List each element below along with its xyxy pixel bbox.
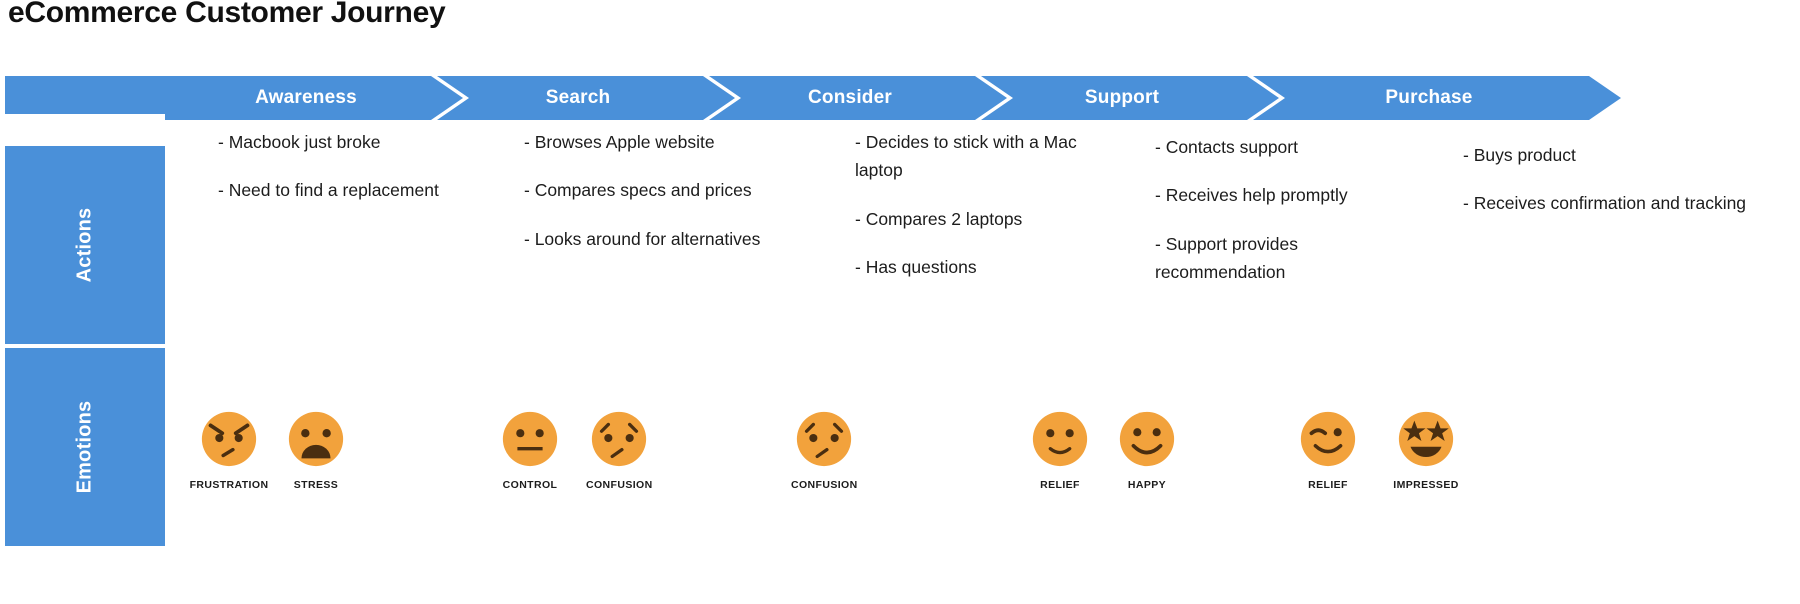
emotion-label: CONTROL	[502, 479, 558, 491]
emotion-control: CONTROL	[497, 408, 563, 491]
emotion-label: CONFUSION	[586, 479, 653, 491]
action-item: - Need to find a replacement	[218, 180, 439, 201]
action-item: - Support provides recommendation	[1155, 233, 1298, 283]
emotion-impressed: IMPRESSED	[1393, 408, 1459, 491]
action-item: - Browses Apple website	[524, 132, 715, 152]
action-item: - Looks around for alternatives	[524, 228, 761, 249]
actions-column-search: - Browses Apple website - Compares specs…	[524, 128, 814, 273]
stressed-face-icon	[288, 411, 344, 467]
stage-search-label: Search	[545, 87, 611, 108]
stage-search[interactable]: Search	[437, 76, 735, 120]
actions-column-awareness: - Macbook just broke - Need to find a re…	[218, 128, 458, 225]
emotion-label: RELIEF	[1040, 479, 1080, 491]
emotion-happy: HAPPY	[1116, 408, 1178, 491]
stage-awareness[interactable]: Awareness	[165, 76, 463, 120]
actions-column-purchase: - Buys product - Receives confirmation a…	[1463, 141, 1753, 238]
stage-consider-label: Consider	[808, 87, 892, 108]
emotion-frustration: FRUSTRATION	[189, 408, 269, 491]
winking-face-icon	[1300, 411, 1356, 467]
action-item: - Macbook just broke	[218, 132, 381, 152]
stage-purchase-label: Purchase	[1385, 87, 1473, 108]
sidebar-row-actions-label: Actions	[73, 207, 96, 283]
angry-face-icon	[201, 411, 257, 467]
stage-awareness-label: Awareness	[255, 87, 357, 108]
emotion-label: IMPRESSED	[1393, 479, 1459, 491]
emotion-label: RELIEF	[1308, 479, 1348, 491]
stage-bar: Awareness Search Consider Support Purcha…	[0, 76, 1800, 120]
neutral-face-icon	[502, 411, 558, 467]
stage-purchase[interactable]: Purchase	[1253, 76, 1621, 120]
happy-face-icon	[1119, 411, 1175, 467]
actions-column-consider: - Decides to stick with a Mac laptop - C…	[855, 128, 1105, 301]
action-item: - Compares specs and prices	[524, 180, 752, 201]
action-item: - Contacts support	[1155, 137, 1298, 157]
emotion-label: FRUSTRATION	[189, 479, 269, 491]
star-struck-face-icon	[1398, 411, 1454, 467]
action-item: - Decides to stick with a Mac laptop	[855, 132, 1077, 181]
slight-smile-face-icon	[1032, 411, 1088, 467]
emotion-confusion-search: CONFUSION	[586, 408, 652, 491]
emotion-relief-purchase: RELIEF	[1297, 408, 1359, 491]
emotion-stress: STRESS	[276, 408, 356, 491]
emotion-confusion-consider: CONFUSION	[791, 408, 857, 491]
stage-support[interactable]: Support	[981, 76, 1279, 120]
emotion-relief-support: RELIEF	[1029, 408, 1091, 491]
confused-face-icon	[591, 411, 647, 467]
page-title: eCommerce Customer Journey	[8, 0, 446, 29]
action-item: - Buys product	[1463, 145, 1576, 165]
stage-consider[interactable]: Consider	[709, 76, 1007, 120]
emotion-label: STRESS	[293, 479, 339, 491]
journey-map-canvas: eCommerce Customer Journey Actions Emoti…	[0, 0, 1800, 604]
sidebar-row-emotions-label: Emotions	[73, 400, 96, 494]
stage-support-label: Support	[1084, 87, 1160, 108]
sidebar-row-actions: Actions	[5, 146, 165, 344]
action-item: - Receives help promptly	[1155, 185, 1348, 206]
actions-column-support: - Contacts support - Receives help promp…	[1155, 133, 1415, 306]
action-item: - Receives confirmation and tracking	[1463, 193, 1747, 214]
action-item: - Has questions	[855, 257, 977, 278]
sidebar-row-emotions: Emotions	[5, 348, 165, 546]
action-item: - Compares 2 laptops	[855, 208, 1023, 229]
confused-face-icon	[796, 411, 852, 467]
emotion-label: CONFUSION	[791, 479, 858, 491]
emotion-label: HAPPY	[1127, 479, 1167, 491]
